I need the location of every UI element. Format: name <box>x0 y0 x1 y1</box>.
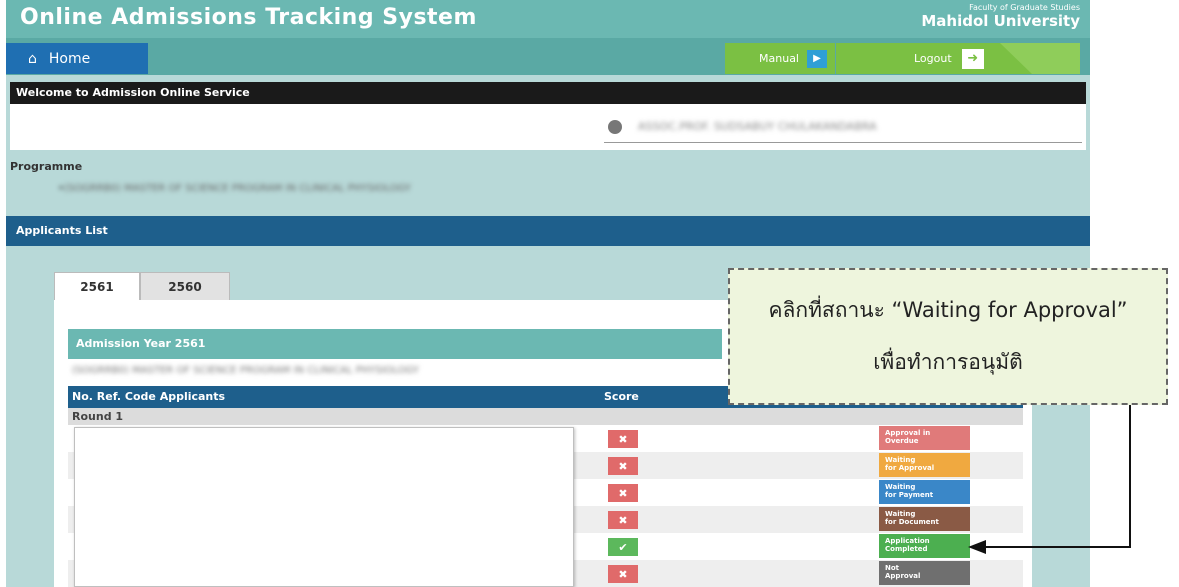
admission-year-header: Admission Year 2561 <box>68 329 722 359</box>
column-header-applicants: No. Ref. Code Applicants <box>72 390 226 403</box>
status-line-2: Approval <box>885 572 921 580</box>
logout-decoration <box>1000 43 1080 74</box>
status-line-1: Waiting <box>885 483 916 491</box>
callout-line-2: เพื่อทำการอนุมัติ <box>873 350 1023 374</box>
status-line-1: Not <box>885 564 900 572</box>
redacted-applicant-names <box>74 427 574 587</box>
faculty-name: Faculty of Graduate Studies <box>969 3 1080 12</box>
score-status-icon[interactable]: ✖ <box>608 484 638 502</box>
status-line-2: Overdue <box>885 437 919 445</box>
status-line-1: Waiting <box>885 456 916 464</box>
welcome-header: Welcome to Admission Online Service <box>10 82 1086 104</box>
status-line-2: for Document <box>885 518 939 526</box>
status-line-2: for Payment <box>885 491 934 499</box>
manual-label: Manual <box>759 52 799 65</box>
status-approval-overdue-button[interactable]: Approval in Overdue <box>879 426 970 450</box>
tab-2561[interactable]: 2561 <box>54 272 140 301</box>
round-label: Round 1 <box>68 408 1023 425</box>
manual-button[interactable]: Manual ▶ <box>725 43 835 74</box>
status-line-1: Approval in <box>885 429 931 437</box>
status-waiting-payment-button[interactable]: Waiting for Payment <box>879 480 970 504</box>
column-header-score: Score <box>604 390 639 403</box>
applicants-list-header: Applicants List <box>6 216 1090 246</box>
score-status-icon[interactable]: ✖ <box>608 511 638 529</box>
status-line-2: Completed <box>885 545 928 553</box>
programme-item: (SOGRRB0) MASTER OF SCIENCE PROGRAM IN C… <box>58 183 411 194</box>
status-line-2: for Approval <box>885 464 935 472</box>
score-status-icon[interactable]: ✖ <box>608 565 638 583</box>
user-bar: ASSOC.PROF. SUDSABUY CHULAKANDABRA <box>10 104 1086 150</box>
status-application-completed-button[interactable]: Application Completed <box>879 534 970 558</box>
user-divider <box>604 142 1082 143</box>
status-not-approval-button[interactable]: Not Approval <box>879 561 970 585</box>
title-bar: Online Admissions Tracking System Facult… <box>6 0 1090 38</box>
score-status-icon[interactable]: ✖ <box>608 430 638 448</box>
logout-button[interactable]: Logout ➜ <box>836 43 1080 74</box>
status-line-1: Waiting <box>885 510 916 518</box>
score-status-icon[interactable]: ✔ <box>608 538 638 556</box>
status-waiting-document-button[interactable]: Waiting for Document <box>879 507 970 531</box>
logout-arrow-icon: ➜ <box>961 48 984 69</box>
programme-label: Programme <box>10 160 83 173</box>
home-button[interactable]: ⌂ Home <box>6 43 148 74</box>
status-waiting-approval-button[interactable]: Waiting for Approval <box>879 453 970 477</box>
callout-line-1: คลิกที่สถานะ “Waiting for Approval” <box>768 298 1128 322</box>
app-title: Online Admissions Tracking System <box>20 5 477 30</box>
logout-label: Logout <box>914 52 952 65</box>
home-label: Home <box>48 50 91 67</box>
status-line-1: Application <box>885 537 930 545</box>
instruction-callout: คลิกที่สถานะ “Waiting for Approval” เพื่… <box>728 268 1168 405</box>
university-name: Mahidol University <box>921 12 1080 30</box>
manual-book-icon: ▶ <box>807 49 827 68</box>
admission-programme-line: (SOGRRB0) MASTER OF SCIENCE PROGRAM IN C… <box>72 365 419 376</box>
score-status-icon[interactable]: ✖ <box>608 457 638 475</box>
university-logo: Faculty of Graduate Studies Mahidol Univ… <box>921 4 1080 29</box>
nav-bar: ⌂ Home Manual ▶ Logout ➜ <box>6 38 1090 75</box>
user-icon <box>608 120 622 134</box>
user-name: ASSOC.PROF. SUDSABUY CHULAKANDABRA <box>638 120 877 133</box>
tab-2560[interactable]: 2560 <box>140 272 230 301</box>
home-icon: ⌂ <box>28 50 37 67</box>
